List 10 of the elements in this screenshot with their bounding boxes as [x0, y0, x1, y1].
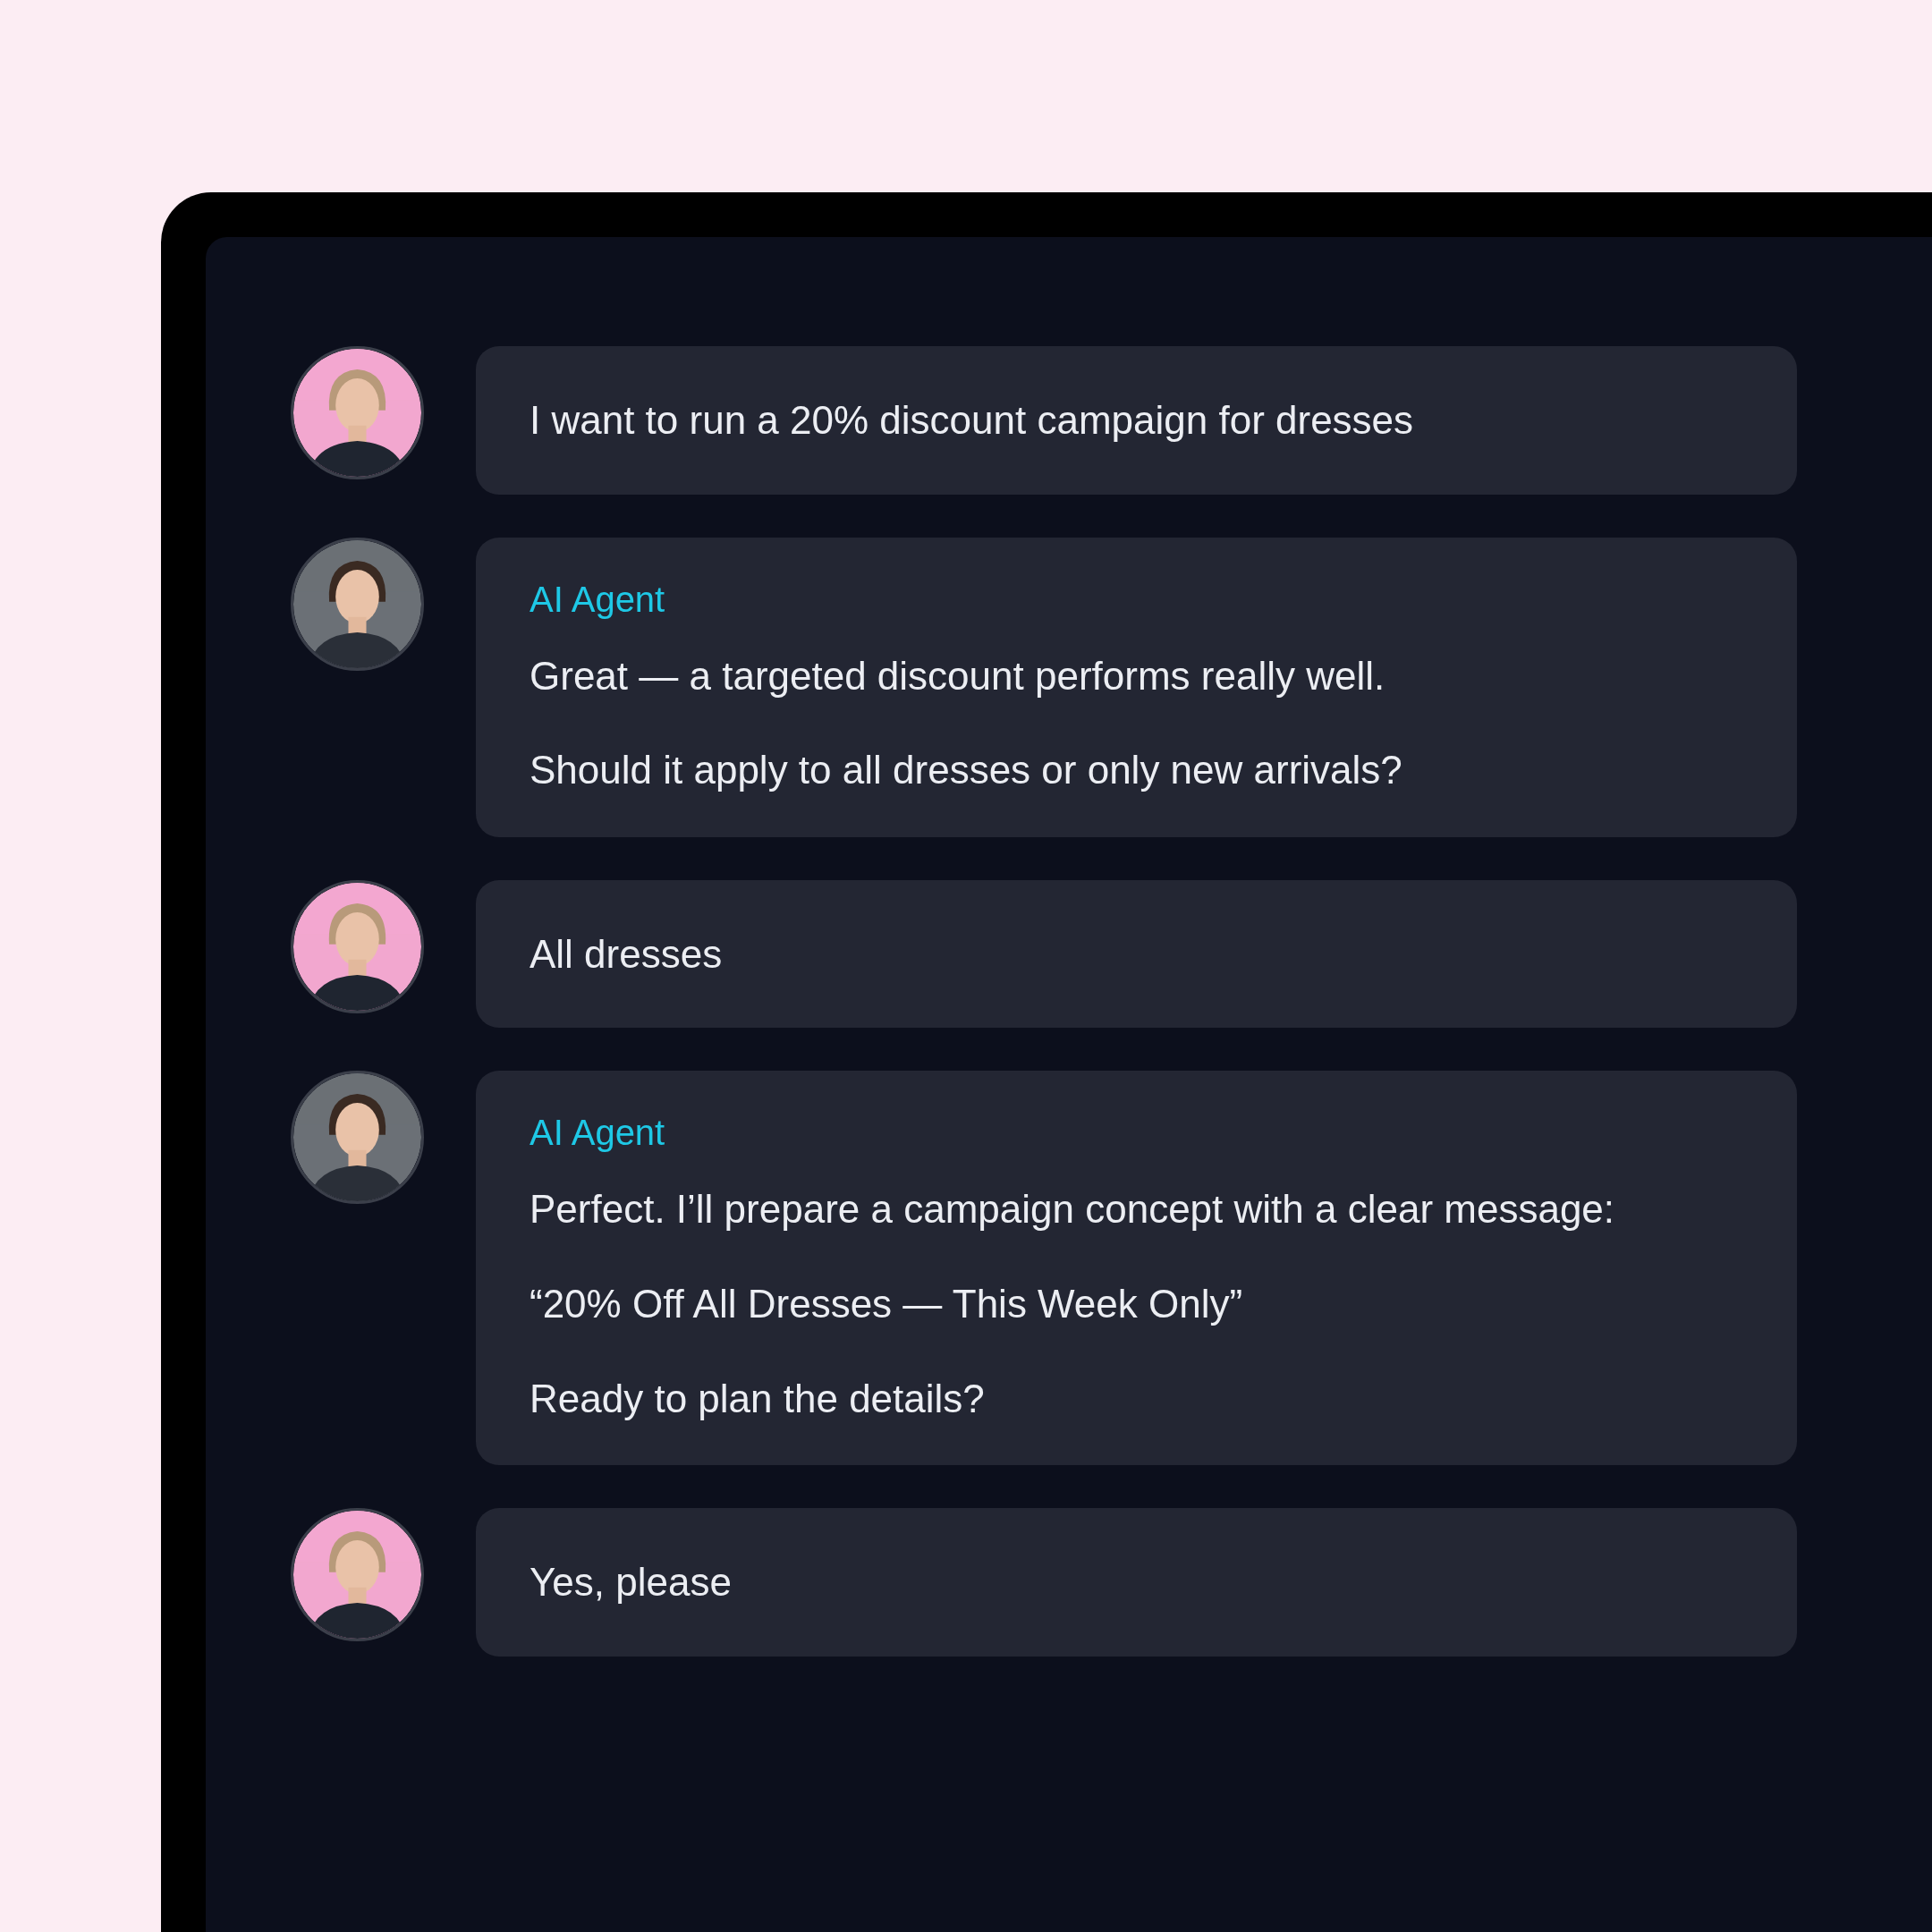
message-text: Ready to plan the details?: [530, 1375, 986, 1422]
message-text: Yes, please: [530, 1559, 733, 1606]
message-text: Perfect. I’ll prepare a campaign concept with a clear message:: [530, 1186, 1616, 1233]
message-text: All dresses: [530, 930, 724, 978]
message-text: I want to run a 20% discount campaign for dresses: [530, 397, 1415, 444]
sender-name: AI Agent: [530, 578, 666, 621]
message-text: Great — a targeted discount performs really well.: [530, 652, 1386, 699]
message-text: “20% Off All Dresses — This Week Only”: [530, 1280, 1244, 1327]
sender-name: AI Agent: [530, 1112, 666, 1155]
message-text: Should it apply to all dresses or only new arrivals?: [530, 747, 1403, 794]
